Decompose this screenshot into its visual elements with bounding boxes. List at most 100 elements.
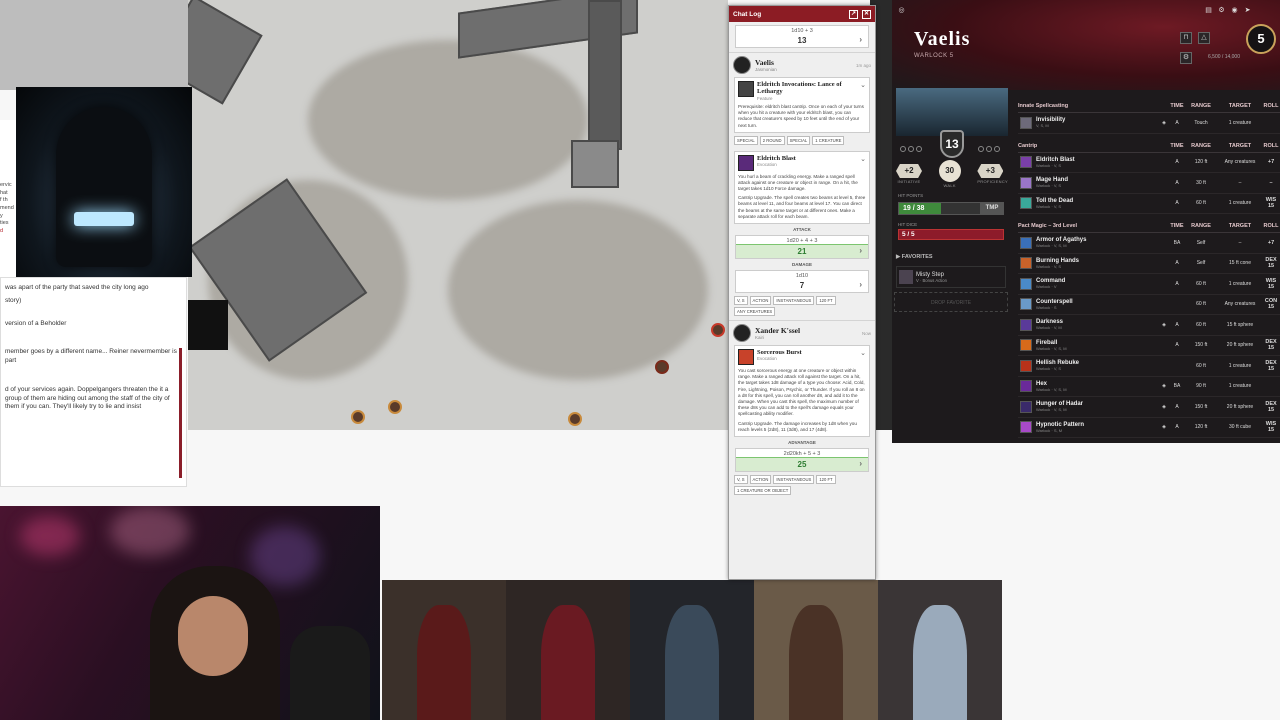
spell-name: Hypnotic Pattern Warlock · S, M <box>1036 421 1085 433</box>
gear-icon[interactable]: ⚙ <box>1217 6 1226 15</box>
spell-row[interactable]: Counterspell Warlock · S 60 ft Any creature… <box>1018 295 1280 315</box>
spell-row[interactable]: Eldritch Blast Warlock · V, S A 120 ft Any c… <box>1018 153 1280 173</box>
spell-icon <box>1020 156 1032 169</box>
character-name: Vaelis <box>914 28 971 50</box>
spell-time: BA <box>1173 383 1181 390</box>
spell-time: A <box>1175 321 1179 328</box>
chat-titlebar: Chat Log ↗ ✕ <box>729 6 875 22</box>
spell-target: 15 ft sphere <box>1226 321 1254 328</box>
spell-row[interactable]: Mage Hand Warlock · V, S A 30 ft – – <box>1018 173 1280 194</box>
hit-points-bar[interactable]: 19 / 38 <box>898 202 984 215</box>
temp-hp-button[interactable]: TMP <box>980 202 1004 215</box>
roll-result[interactable]: 1d10 + 3 13 › <box>735 25 869 48</box>
spell-roll[interactable]: – <box>1262 180 1280 186</box>
spell-icon <box>1020 176 1032 189</box>
column-roll: ROLL <box>1263 142 1279 149</box>
creature-token[interactable] <box>351 410 365 424</box>
spell-row[interactable]: Hex Warlock · V, S, M ◈ BA 90 ft 1 creature <box>1018 377 1280 397</box>
character-art <box>754 580 878 720</box>
spell-range: Touch <box>1194 119 1208 126</box>
spell-row[interactable]: Armor of Agathys Warlock · V, S, M BA Self –… <box>1018 233 1280 254</box>
settings-icon[interactable]: ⚙ <box>1180 52 1192 64</box>
xp-counter: 6,500 / 14,000 <box>1208 54 1240 60</box>
tag: 120 FT <box>816 474 836 484</box>
spell-time: A <box>1175 260 1179 267</box>
battle-map[interactable] <box>188 0 728 430</box>
spell-roll[interactable]: +7 <box>1262 159 1280 165</box>
favorite-item[interactable]: Misty Step V · Bonus Action <box>896 266 1006 288</box>
creature-token[interactable] <box>655 360 669 374</box>
spell-row[interactable]: Hypnotic Pattern Warlock · S, M ◈ A 120 ft 30… <box>1018 418 1280 438</box>
section-title: Innate Spellcasting <box>1018 103 1069 109</box>
broadcast-icon[interactable]: ◉ <box>1230 6 1239 15</box>
drop-favorite-zone[interactable]: DROP FAVORITE <box>894 292 1008 312</box>
rest-icon[interactable]: ⊓ <box>1180 32 1192 44</box>
character-art <box>878 580 1002 720</box>
spell-row[interactable]: Hellish Rebuke Warlock · V, S 60 ft 1 creat… <box>1018 356 1280 377</box>
chevron-down-icon[interactable]: ⌄ <box>860 349 866 357</box>
chevron-down-icon[interactable]: ⌄ <box>860 81 866 89</box>
chevron-down-icon[interactable]: ⌄ <box>860 155 866 163</box>
spell-row[interactable]: Hunger of Hadar Warlock · V, S, M ◈ A 150 ft… <box>1018 397 1280 418</box>
chat-message: Vaelis Jasmonian 1m ago Eldritch Invocat… <box>729 52 875 316</box>
spell-icon <box>1020 318 1032 331</box>
chat-log-window: Chat Log ↗ ✕ 1d10 + 3 13 › Vaelis Jasmoni… <box>728 5 876 580</box>
spell-roll[interactable]: DEX 15 <box>1262 401 1280 413</box>
spell-roll[interactable]: +7 <box>1262 240 1280 246</box>
spell-target: 30 ft cube <box>1229 424 1251 431</box>
spell-range: 150 ft <box>1194 403 1208 410</box>
spell-card[interactable]: Eldritch Blast Evocation ⌄ You hurl a be… <box>734 150 870 224</box>
spell-roll[interactable]: WIS 15 <box>1262 421 1280 433</box>
clipboard-icon[interactable]: ▤ <box>1204 6 1213 15</box>
tag: 2 ROUND <box>759 135 785 145</box>
spell-name: Counterspell Warlock · S <box>1036 298 1073 310</box>
creature-token[interactable] <box>568 412 582 426</box>
spell-target: Any creatures <box>1224 301 1256 308</box>
camp-icon[interactable]: △ <box>1198 32 1210 44</box>
webcam-feed <box>0 506 380 720</box>
spell-range: 30 ft <box>1196 179 1206 186</box>
spell-target: – <box>1238 239 1242 246</box>
spell-name: Command Warlock · V <box>1036 278 1066 290</box>
spell-row[interactable]: Burning Hands Warlock · V, S A Self 15 ft co… <box>1018 254 1280 274</box>
feature-card[interactable]: Eldritch Invocations: Lance of Lethargy … <box>734 77 870 133</box>
spell-row[interactable]: Invisibility V, S, M ◈ A Touch 1 creature <box>1018 113 1280 134</box>
chat-title: Chat Log <box>733 10 762 18</box>
send-icon[interactable]: ➤ <box>1243 6 1252 15</box>
spell-roll[interactable]: WIS 15 <box>1262 278 1280 290</box>
death-save-pips[interactable] <box>978 146 1000 152</box>
death-save-pips[interactable] <box>900 146 922 152</box>
creature-token[interactable] <box>388 400 402 414</box>
spell-card[interactable]: Sorcerous Burst Evocation ⌄ You cast sor… <box>734 345 870 437</box>
initiative-stat[interactable]: +2 INITIATIVE <box>896 164 922 184</box>
attack-roll[interactable]: 1d20 + 4 + 3 21 › <box>735 235 869 259</box>
tag: INSTANTANEOUS <box>773 474 815 484</box>
advantage-roll[interactable]: 2d20kh + 5 + 3 25 › <box>735 447 869 472</box>
hit-dice-bar[interactable]: 5 / 5 <box>898 229 1004 240</box>
spell-time: A <box>1175 119 1179 126</box>
spell-roll[interactable]: DEX 15 <box>1262 257 1280 269</box>
spell-row[interactable]: Command Warlock · V A 60 ft 1 creature WIS 15 <box>1018 274 1280 295</box>
column-range: RANGE <box>1191 103 1211 109</box>
spell-roll[interactable]: WIS 15 <box>1262 197 1280 209</box>
compass-icon[interactable]: ◎ <box>897 6 906 15</box>
tag: 1 CREATURE OR OBJECT <box>734 485 792 495</box>
map-wall <box>188 0 263 105</box>
spell-list: Innate Spellcasting TIME RANGE TARGET ROLL In… <box>1018 98 1280 438</box>
damage-roll[interactable]: 1d10 7 › <box>735 270 869 293</box>
spell-row[interactable]: Toll the Dead Warlock · V, S A 60 ft 1 creat… <box>1018 194 1280 214</box>
spell-roll[interactable]: CON 15 <box>1262 298 1280 310</box>
spell-roll[interactable]: DEX 15 <box>1262 360 1280 372</box>
spell-range: 60 ft <box>1196 200 1206 207</box>
notes-scrollbar[interactable] <box>179 348 182 478</box>
notes-document[interactable]: was apart of the party that saved the ci… <box>0 277 187 487</box>
creature-token[interactable] <box>711 323 725 337</box>
close-icon[interactable]: ✕ <box>862 9 871 19</box>
external-link-icon[interactable]: ↗ <box>849 9 858 19</box>
spell-name: Hunger of Hadar Warlock · V, S, M <box>1036 401 1084 413</box>
spell-row[interactable]: Fireball Warlock · V, S, M A 150 ft 20 ft sp… <box>1018 336 1280 356</box>
concentration-icon: ◈ <box>1162 119 1166 126</box>
spell-target: 1 creature <box>1228 280 1252 287</box>
spell-roll[interactable]: DEX 15 <box>1262 339 1280 351</box>
spell-row[interactable]: Darkness Warlock · V, M ◈ A 60 ft 15 ft spher… <box>1018 315 1280 336</box>
